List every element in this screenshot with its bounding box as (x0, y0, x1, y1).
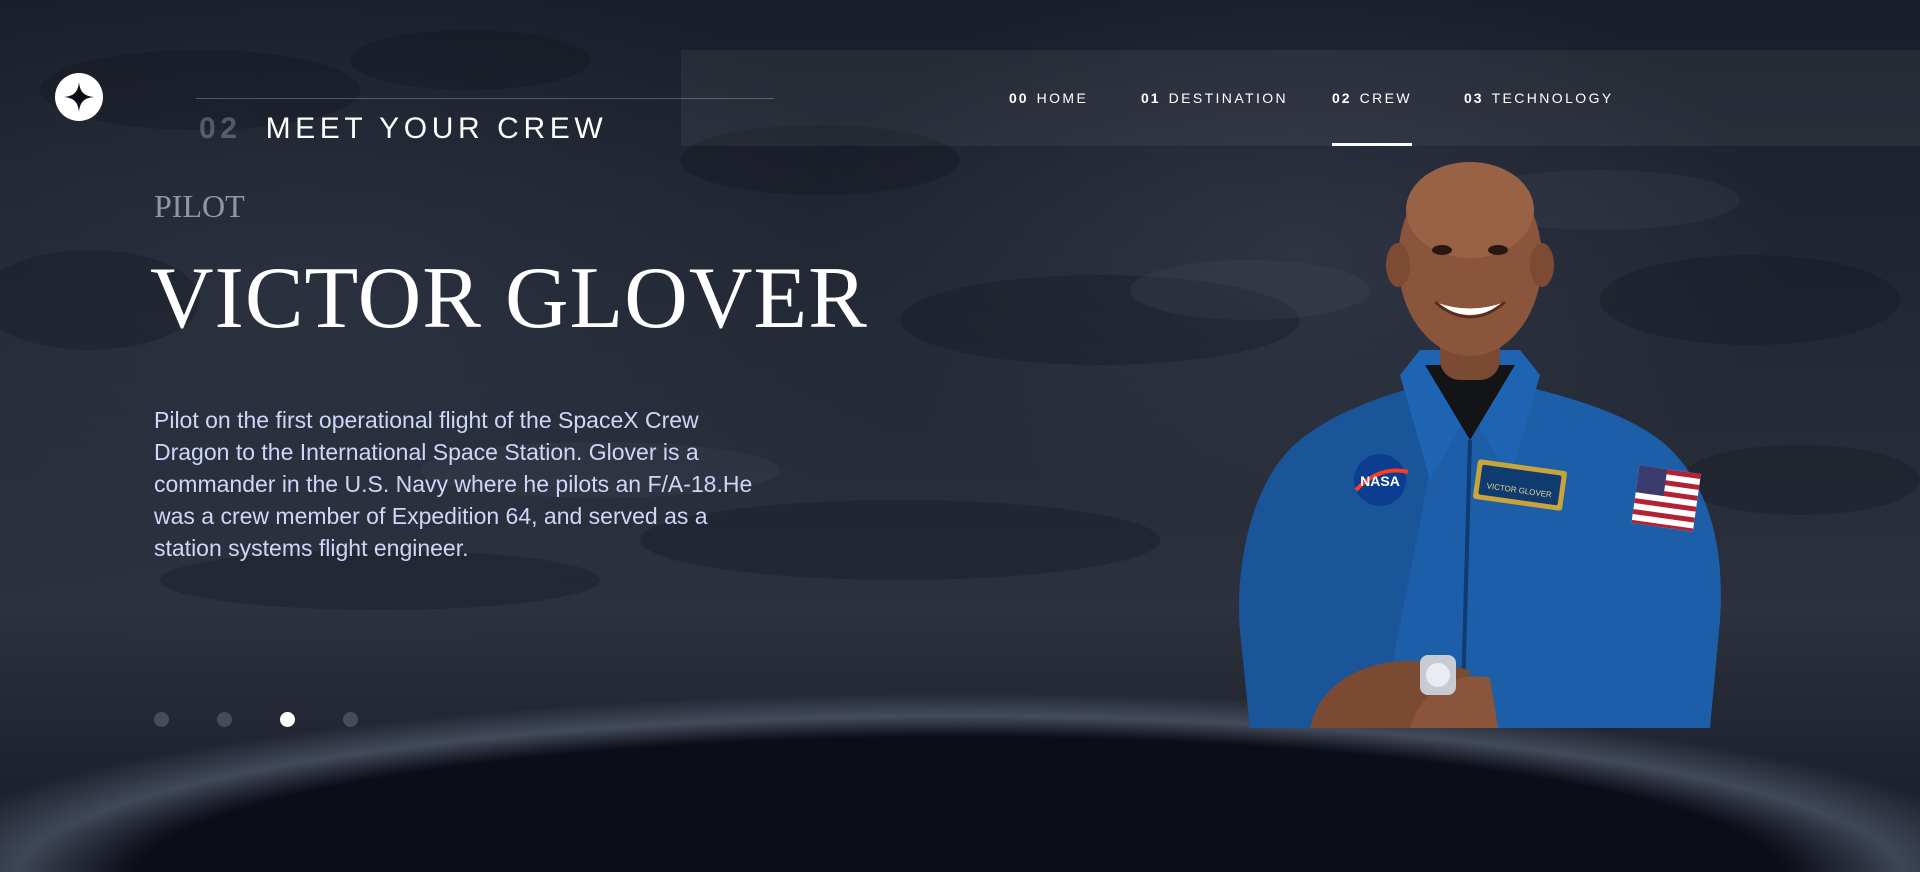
pagination-dot-2[interactable] (217, 712, 232, 727)
nav-item-number: 03 (1464, 90, 1484, 106)
section-number: 02 (199, 112, 242, 145)
nasa-badge-text: NASA (1360, 473, 1400, 489)
nav-item-number: 02 (1332, 90, 1352, 106)
nav-item-crew[interactable]: 02 CREW (1332, 50, 1412, 146)
crew-role: Pilot (154, 188, 245, 224)
nav-item-label: CREW (1359, 90, 1412, 106)
nav-item-destination[interactable]: 01 DESTINATION (1141, 50, 1288, 146)
section-title: MEET YOUR CREW (265, 112, 608, 145)
crew-name: VICTOR GLOVER (150, 250, 868, 347)
nav-item-technology[interactable]: 03 TECHNOLOGY (1464, 50, 1614, 146)
crew-bio: Pilot on the first operational flight of… (154, 407, 753, 561)
nav-item-number: 00 (1009, 90, 1029, 106)
star-logo-icon (64, 82, 94, 112)
nav-item-label: HOME (1036, 90, 1089, 106)
pagination-dot-3[interactable] (280, 712, 295, 727)
nav-item-home[interactable]: 00 HOME (1009, 50, 1088, 146)
crew-portrait: NASA VICTOR GLOVER (1239, 162, 1721, 728)
main-nav: 00 HOME 01 DESTINATION 02 CREW 03 TECHNO… (681, 50, 1920, 146)
page-title: 02 MEET YOUR CREW (199, 112, 607, 146)
crew-pagination (154, 712, 358, 727)
pagination-dot-1[interactable] (154, 712, 169, 727)
nav-item-number: 01 (1141, 90, 1161, 106)
pagination-dot-4[interactable] (343, 712, 358, 727)
logo[interactable] (55, 73, 103, 121)
nav-item-label: DESTINATION (1168, 90, 1289, 106)
nav-item-label: TECHNOLOGY (1491, 90, 1614, 106)
